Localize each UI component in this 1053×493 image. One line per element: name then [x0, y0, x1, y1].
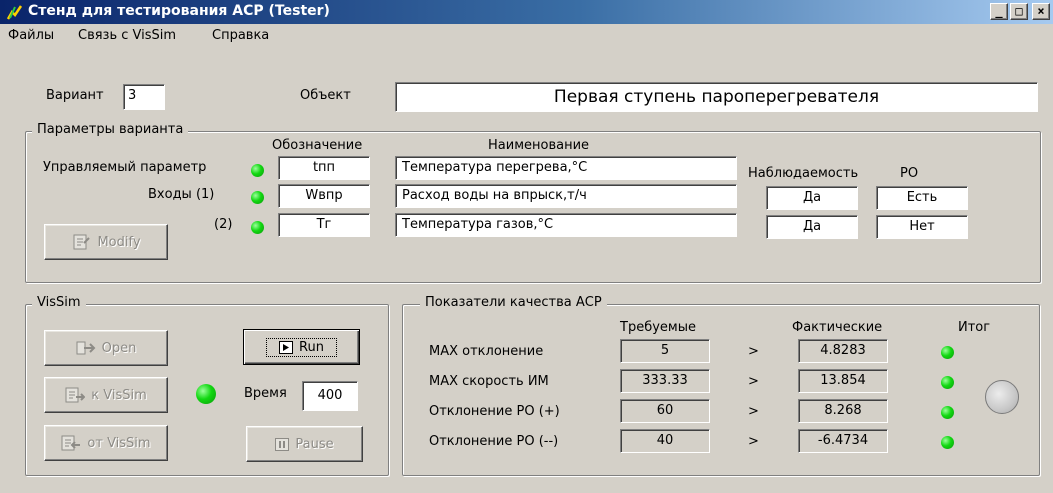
- ro-minus-op: >: [748, 434, 759, 449]
- max-speed-required: 333.33: [620, 369, 710, 393]
- params-group-title: Параметры варианта: [32, 122, 189, 137]
- ro-plus-required: 60: [620, 399, 710, 423]
- run-label: Run: [299, 339, 324, 355]
- pause-label: Pause: [295, 436, 334, 452]
- designation-header: Обозначение: [272, 138, 363, 153]
- quality-group-title: Показатели качества АСР: [420, 295, 607, 310]
- modify-button[interactable]: Modify: [44, 224, 168, 260]
- open-label: Open: [101, 340, 137, 356]
- from-vissim-label: от VisSim: [87, 435, 151, 451]
- ro-plus-label: Отклонение РО (+): [429, 404, 560, 419]
- variant-input[interactable]: 3: [123, 84, 165, 110]
- menu-bar: Файлы Связь с VisSim Справка: [0, 24, 1053, 48]
- object-label: Объект: [300, 88, 351, 103]
- controlled-param-name: Температура перегрева,°С: [395, 156, 737, 180]
- input2-designation: Tг: [278, 213, 370, 237]
- ro-plus-op: >: [748, 404, 759, 419]
- input1-ro: Есть: [876, 186, 968, 210]
- required-header: Требуемые: [620, 320, 696, 335]
- from-vissim-button[interactable]: от VisSim: [44, 425, 168, 461]
- input1-label: Входы (1): [148, 187, 215, 202]
- vissim-group-title: VisSim: [32, 295, 86, 310]
- input2-ro: Нет: [876, 215, 968, 239]
- title-bar[interactable]: Стенд для тестирования АСР (Tester) _ □ …: [0, 0, 1053, 24]
- max-speed-led: [941, 376, 954, 389]
- input2-name: Температура газов,°С: [395, 213, 737, 237]
- window-title: Стенд для тестирования АСР (Tester): [28, 3, 330, 19]
- ro-minus-label: Отклонение РО (--): [429, 434, 559, 449]
- menu-vissim-link[interactable]: Связь с VisSim: [78, 28, 176, 43]
- object-field: Первая ступень пароперегревателя: [395, 82, 1038, 112]
- to-vissim-label: к VisSim: [91, 387, 147, 403]
- controlled-param-designation: tпп: [278, 156, 370, 180]
- overall-result-indicator: [985, 380, 1019, 414]
- ro-plus-actual: 8.268: [798, 399, 888, 423]
- max-speed-op: >: [748, 374, 759, 389]
- pause-icon: [275, 437, 290, 451]
- max-speed-actual: 13.854: [798, 369, 888, 393]
- max-speed-label: МАХ скорость ИМ: [429, 374, 549, 389]
- open-button[interactable]: Open: [44, 330, 168, 366]
- time-label: Время: [244, 386, 287, 401]
- variant-label: Вариант: [46, 88, 104, 103]
- max-deviation-led: [941, 346, 954, 359]
- input2-led: [251, 221, 264, 234]
- maximize-button[interactable]: □: [1010, 3, 1028, 20]
- max-deviation-label: МАХ отклонение: [429, 344, 544, 359]
- app-icon: [6, 5, 23, 20]
- ro-minus-required: 40: [620, 429, 710, 453]
- menu-files[interactable]: Файлы: [8, 28, 54, 43]
- open-arrow-icon: [76, 341, 96, 355]
- run-focus: Run: [266, 337, 337, 357]
- name-header: Наименование: [488, 138, 590, 153]
- export-icon: [65, 387, 86, 403]
- minimize-button[interactable]: _: [990, 3, 1008, 20]
- controlled-param-label: Управляемый параметр: [43, 160, 207, 175]
- input2-label: (2): [214, 217, 233, 232]
- quality-group: [402, 304, 1040, 476]
- time-field: 400: [302, 381, 358, 411]
- actual-header: Фактические: [792, 320, 883, 335]
- input2-observability: Да: [766, 215, 858, 239]
- close-button[interactable]: ×: [1032, 3, 1050, 20]
- max-deviation-actual: 4.8283: [798, 339, 888, 363]
- result-header: Итог: [958, 320, 991, 335]
- to-vissim-button[interactable]: к VisSim: [44, 377, 168, 413]
- menu-help[interactable]: Справка: [212, 28, 269, 43]
- observability-header: Наблюдаемость: [748, 166, 859, 181]
- ro-minus-led: [941, 436, 954, 449]
- input1-observability: Да: [766, 186, 858, 210]
- max-deviation-required: 5: [620, 339, 710, 363]
- input1-name: Расход воды на впрыск,т/ч: [395, 184, 737, 208]
- ro-minus-actual: -6.4734: [798, 429, 888, 453]
- run-button[interactable]: Run: [243, 329, 360, 365]
- max-deviation-op: >: [748, 344, 759, 359]
- pause-button[interactable]: Pause: [246, 426, 363, 462]
- vissim-status-led: [196, 384, 216, 404]
- controlled-param-led: [251, 164, 264, 177]
- input1-led: [251, 191, 264, 204]
- modify-icon: [73, 234, 91, 250]
- ro-plus-led: [941, 406, 954, 419]
- ro-header: РО: [900, 166, 919, 181]
- modify-label: Modify: [97, 234, 141, 250]
- run-icon: [279, 340, 294, 354]
- input1-designation: Wвпр: [278, 184, 370, 208]
- import-icon: [61, 435, 81, 451]
